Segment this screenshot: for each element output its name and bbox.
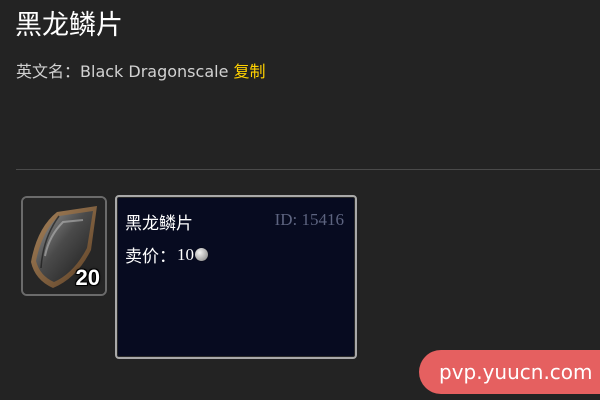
tooltip-sell-price: 卖价： 10	[125, 242, 208, 267]
silver-coin-icon	[195, 248, 208, 261]
page-title: 黑龙鳞片	[15, 10, 123, 41]
stack-count: 20	[75, 265, 100, 290]
english-name-label: 英文名：	[16, 62, 81, 81]
english-name-value: Black Dragonscale	[80, 62, 229, 81]
item-icon-frame[interactable]: 20	[21, 196, 107, 296]
section-divider	[16, 169, 600, 170]
english-name-line: 英文名：Black Dragonscale 复制	[16, 62, 266, 82]
watermark: pvp.yuucn.com	[419, 350, 600, 394]
sell-price-label: 卖价：	[125, 247, 176, 267]
item-tooltip: 黑龙鳞片 ID: 15416 卖价： 10	[115, 195, 357, 359]
sell-price-value: 10	[177, 244, 194, 264]
tooltip-item-id: ID: 15416	[274, 210, 344, 229]
copy-button[interactable]: 复制	[234, 62, 266, 81]
tooltip-item-name: 黑龙鳞片	[125, 214, 193, 234]
